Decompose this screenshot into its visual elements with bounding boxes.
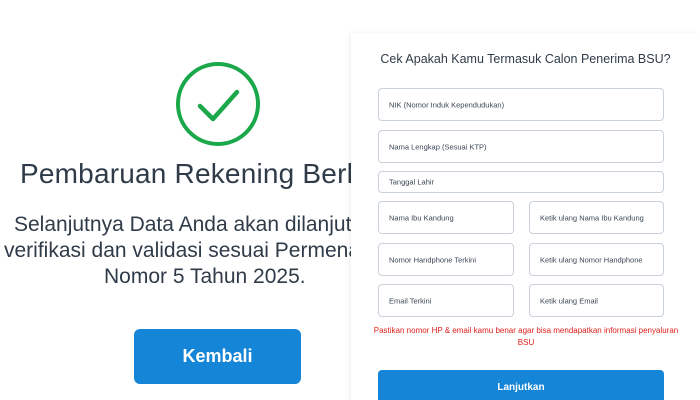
mother-name-confirm-input[interactable]: Ketik ulang Nama Ibu Kandung (529, 201, 664, 234)
email-confirm-placeholder: Ketik ulang Email (540, 296, 598, 305)
phone-input[interactable]: Nomor Handphone Terkini (378, 243, 514, 276)
birth-date-input[interactable]: Tanggal Lahir (378, 171, 664, 193)
phone-confirm-placeholder: Ketik ulang Nomor Handphone (540, 255, 643, 264)
full-name-placeholder: Nama Lengkap (Sesuai KTP) (389, 142, 487, 151)
phone-placeholder: Nomor Handphone Terkini (389, 255, 476, 264)
mother-name-confirm-placeholder: Ketik ulang Nama Ibu Kandung (540, 213, 644, 222)
email-confirm-input[interactable]: Ketik ulang Email (529, 284, 664, 317)
email-placeholder: Email Terkini (389, 296, 432, 305)
bsu-check-form: Cek Apakah Kamu Termasuk Calon Penerima … (351, 33, 700, 400)
checkmark-circle-icon (176, 62, 260, 146)
birth-date-placeholder: Tanggal Lahir (389, 177, 435, 187)
warning-message: Pastikan nomor HP & email kamu benar aga… (373, 326, 679, 347)
status-title: Pembaruan Rekening Berhasil (20, 158, 406, 189)
nik-placeholder: NIK (Nomor Induk Kependudukan) (389, 100, 505, 109)
email-input[interactable]: Email Terkini (378, 284, 514, 317)
back-button[interactable]: Kembali (134, 329, 301, 384)
nik-input[interactable]: NIK (Nomor Induk Kependudukan) (378, 88, 664, 121)
phone-confirm-input[interactable]: Ketik ulang Nomor Handphone (529, 243, 664, 276)
form-title: Cek Apakah Kamu Termasuk Calon Penerima … (380, 52, 671, 66)
mother-name-input[interactable]: Nama Ibu Kandung (378, 201, 514, 234)
submit-button[interactable]: Lanjutkan (378, 370, 664, 400)
full-name-input[interactable]: Nama Lengkap (Sesuai KTP) (378, 130, 664, 163)
mother-name-placeholder: Nama Ibu Kandung (389, 213, 454, 222)
